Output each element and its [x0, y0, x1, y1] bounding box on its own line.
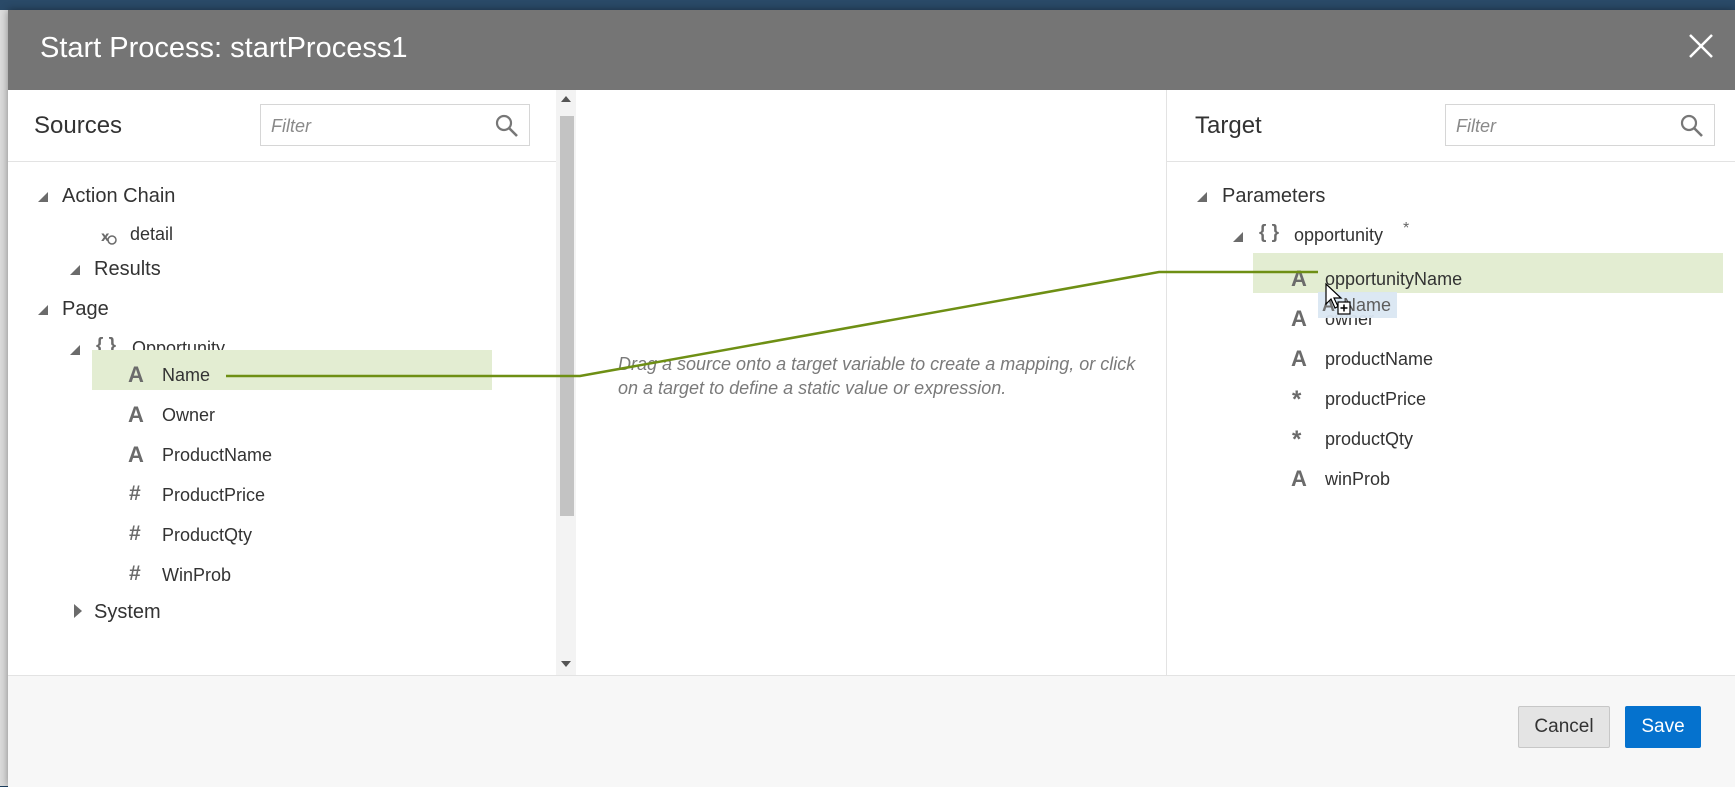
target-filter[interactable] [1445, 104, 1715, 146]
search-icon[interactable] [1680, 114, 1704, 138]
dialog-body: Sources Action Chain x detail Results [8, 90, 1735, 675]
string-type-icon: A [1291, 346, 1307, 371]
sources-panel: Sources Action Chain x detail Results [8, 90, 556, 675]
dialog-title: Start Process: startProcess1 [40, 32, 408, 64]
source-field-owner[interactable]: Owner [162, 405, 215, 426]
target-field-winprob[interactable]: winProb [1325, 469, 1390, 490]
source-field-winprob[interactable]: WinProb [162, 565, 231, 586]
target-filter-input[interactable] [1454, 113, 1658, 139]
expand-results-icon[interactable] [70, 265, 80, 275]
sources-scrollbar[interactable] [556, 90, 576, 675]
sources-divider [8, 161, 556, 162]
tree-item-parameters[interactable]: Parameters [1222, 185, 1325, 208]
tree-item-action-chain[interactable]: Action Chain [62, 185, 175, 208]
mapping-hint: Drag a source onto a target variable to … [618, 354, 1136, 398]
string-type-icon: A [1291, 266, 1307, 291]
source-field-productname[interactable]: ProductName [162, 445, 272, 466]
sources-title: Sources [34, 112, 123, 139]
expand-action-chain-icon[interactable] [38, 192, 48, 202]
target-field-productqty[interactable]: productQty [1325, 429, 1413, 450]
target-panel: Target Parameters { } opportunity * A op… [1167, 90, 1735, 675]
target-field-productname[interactable]: productName [1325, 349, 1433, 370]
scroll-down-arrow-icon[interactable] [561, 661, 571, 667]
string-type-icon: A [128, 402, 144, 427]
mapping-area[interactable]: Drag a source onto a target variable to … [576, 90, 1167, 675]
search-icon[interactable] [495, 114, 519, 138]
sources-filter-input[interactable] [269, 113, 473, 139]
background-app-header [0, 0, 1735, 10]
number-type-icon: # [129, 482, 141, 505]
tree-item-opportunity-param[interactable]: opportunity [1294, 225, 1383, 246]
string-type-icon: A [1291, 306, 1307, 331]
expand-opportunity-icon[interactable] [70, 345, 80, 355]
target-title: Target [1195, 112, 1262, 139]
scroll-up-arrow-icon[interactable] [561, 96, 571, 102]
cancel-button[interactable]: Cancel [1518, 706, 1610, 748]
source-field-productprice[interactable]: ProductPrice [162, 485, 265, 506]
target-field-productprice[interactable]: productPrice [1325, 389, 1426, 410]
dialog-header: Start Process: startProcess1 [8, 10, 1735, 90]
expand-parameters-icon[interactable] [1197, 192, 1207, 202]
tree-item-detail[interactable]: detail [130, 224, 173, 245]
close-button[interactable] [1685, 30, 1717, 62]
dialog-footer: Cancel Save [8, 675, 1735, 787]
required-marker: * [1403, 220, 1410, 237]
selected-row-highlight [92, 350, 492, 390]
string-type-icon: A [128, 362, 144, 387]
start-process-dialog: Start Process: startProcess1 Sources Act… [8, 10, 1735, 787]
detail-variable-icon: x [101, 230, 117, 245]
number-type-icon: # [129, 522, 141, 545]
expand-system-icon[interactable] [74, 604, 82, 618]
any-type-icon: * [1292, 426, 1302, 453]
string-type-icon: A [128, 442, 144, 467]
source-field-name[interactable]: Name [162, 365, 210, 386]
expand-page-icon[interactable] [38, 305, 48, 315]
background-app-edge [0, 10, 8, 786]
scroll-thumb[interactable] [560, 116, 574, 516]
sources-filter[interactable] [260, 104, 530, 146]
any-type-icon: * [1292, 386, 1302, 413]
target-divider [1167, 161, 1735, 162]
expand-opportunity-param-icon[interactable] [1233, 232, 1243, 242]
string-type-icon: A [1291, 466, 1307, 491]
save-button[interactable]: Save [1625, 706, 1701, 748]
close-icon [1689, 34, 1713, 58]
object-braces-icon: { } [1259, 222, 1280, 243]
tree-item-page[interactable]: Page [62, 298, 109, 321]
tree-item-results[interactable]: Results [94, 258, 161, 281]
drag-cursor-icon [1325, 282, 1351, 315]
number-type-icon: # [129, 562, 141, 585]
source-field-productqty[interactable]: ProductQty [162, 525, 252, 546]
tree-item-system[interactable]: System [94, 601, 161, 624]
